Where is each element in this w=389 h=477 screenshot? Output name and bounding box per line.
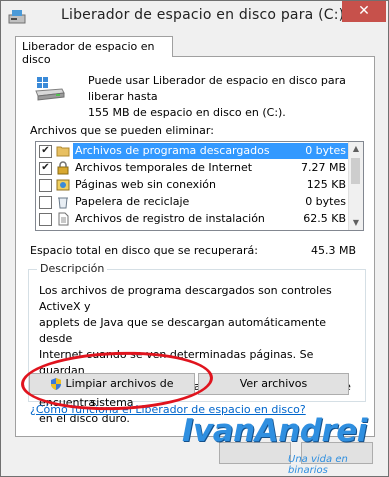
offline-page-icon bbox=[56, 179, 70, 191]
window-title: Liberador de espacio en disco para (C:) bbox=[61, 7, 345, 23]
checkbox[interactable]: ✔ bbox=[39, 162, 52, 175]
list-item[interactable]: ✔ Archivos temporales de Internet 7.27 M… bbox=[36, 160, 348, 176]
intro-text: Puede usar Liberador de espacio en disco… bbox=[88, 73, 368, 121]
list-item[interactable]: Papelera de reciclaje 0 bytes bbox=[36, 194, 348, 210]
list-item[interactable]: Páginas web sin conexión 125 KB bbox=[36, 177, 348, 193]
drive-icon bbox=[35, 77, 65, 101]
description-line-2: applets de Java que se descargan automát… bbox=[39, 316, 326, 345]
folder-icon bbox=[56, 146, 70, 157]
list-item[interactable]: ✔ Archivos de programa descargados 0 byt… bbox=[36, 143, 348, 159]
scroll-thumb[interactable] bbox=[351, 158, 360, 184]
item-size: 0 bytes bbox=[305, 144, 346, 157]
scroll-up-icon[interactable]: ▲ bbox=[349, 142, 363, 156]
tab-label: Liberador de espacio en disco bbox=[22, 40, 155, 66]
description-title: Descripción bbox=[37, 262, 108, 275]
checkbox[interactable] bbox=[39, 179, 52, 192]
item-size: 0 bytes bbox=[305, 195, 346, 208]
intro-line-1: Puede usar Liberador de espacio en disco… bbox=[88, 74, 346, 103]
intro-line-2: 155 MB de espacio en disco en (C:). bbox=[88, 106, 286, 119]
close-icon: ✕ bbox=[358, 3, 370, 19]
watermark-logo: IvanAndrei bbox=[182, 413, 367, 449]
watermark-subtitle: Una vida en binarios bbox=[288, 454, 348, 476]
disk-cleanup-app-icon bbox=[8, 10, 26, 24]
lock-icon bbox=[57, 161, 69, 175]
description-line-1: Los archivos de programa descargados son… bbox=[39, 284, 332, 313]
files-label: Archivos que se pueden eliminar: bbox=[30, 124, 214, 137]
item-size: 125 KB bbox=[306, 178, 346, 191]
total-space-label: Espacio total en disco que se recuperará… bbox=[30, 244, 258, 257]
checkbox[interactable] bbox=[39, 196, 52, 209]
title-bar[interactable]: Liberador de espacio en disco para (C:) … bbox=[1, 1, 388, 33]
item-size: 62.5 KB bbox=[303, 212, 346, 225]
scroll-down-icon[interactable]: ▼ bbox=[349, 216, 363, 230]
recycle-bin-icon bbox=[58, 197, 68, 209]
view-files-button[interactable]: Ver archivos bbox=[198, 373, 349, 395]
item-size: 7.27 MB bbox=[300, 161, 346, 174]
list-item[interactable]: Archivos de registro de instalación 62.5… bbox=[36, 211, 348, 227]
checkbox[interactable] bbox=[39, 213, 52, 226]
view-files-label: Ver archivos bbox=[239, 377, 308, 390]
file-list-scrollbar[interactable]: ▲ ▼ bbox=[348, 142, 363, 230]
file-list[interactable]: ✔ Archivos de programa descargados 0 byt… bbox=[35, 141, 364, 231]
tab-disk-cleanup[interactable]: Liberador de espacio en disco bbox=[15, 36, 173, 66]
checkbox[interactable]: ✔ bbox=[39, 145, 52, 158]
total-space-value: 45.3 MB bbox=[310, 244, 356, 257]
document-icon bbox=[58, 212, 69, 226]
close-button[interactable]: ✕ bbox=[342, 1, 386, 22]
